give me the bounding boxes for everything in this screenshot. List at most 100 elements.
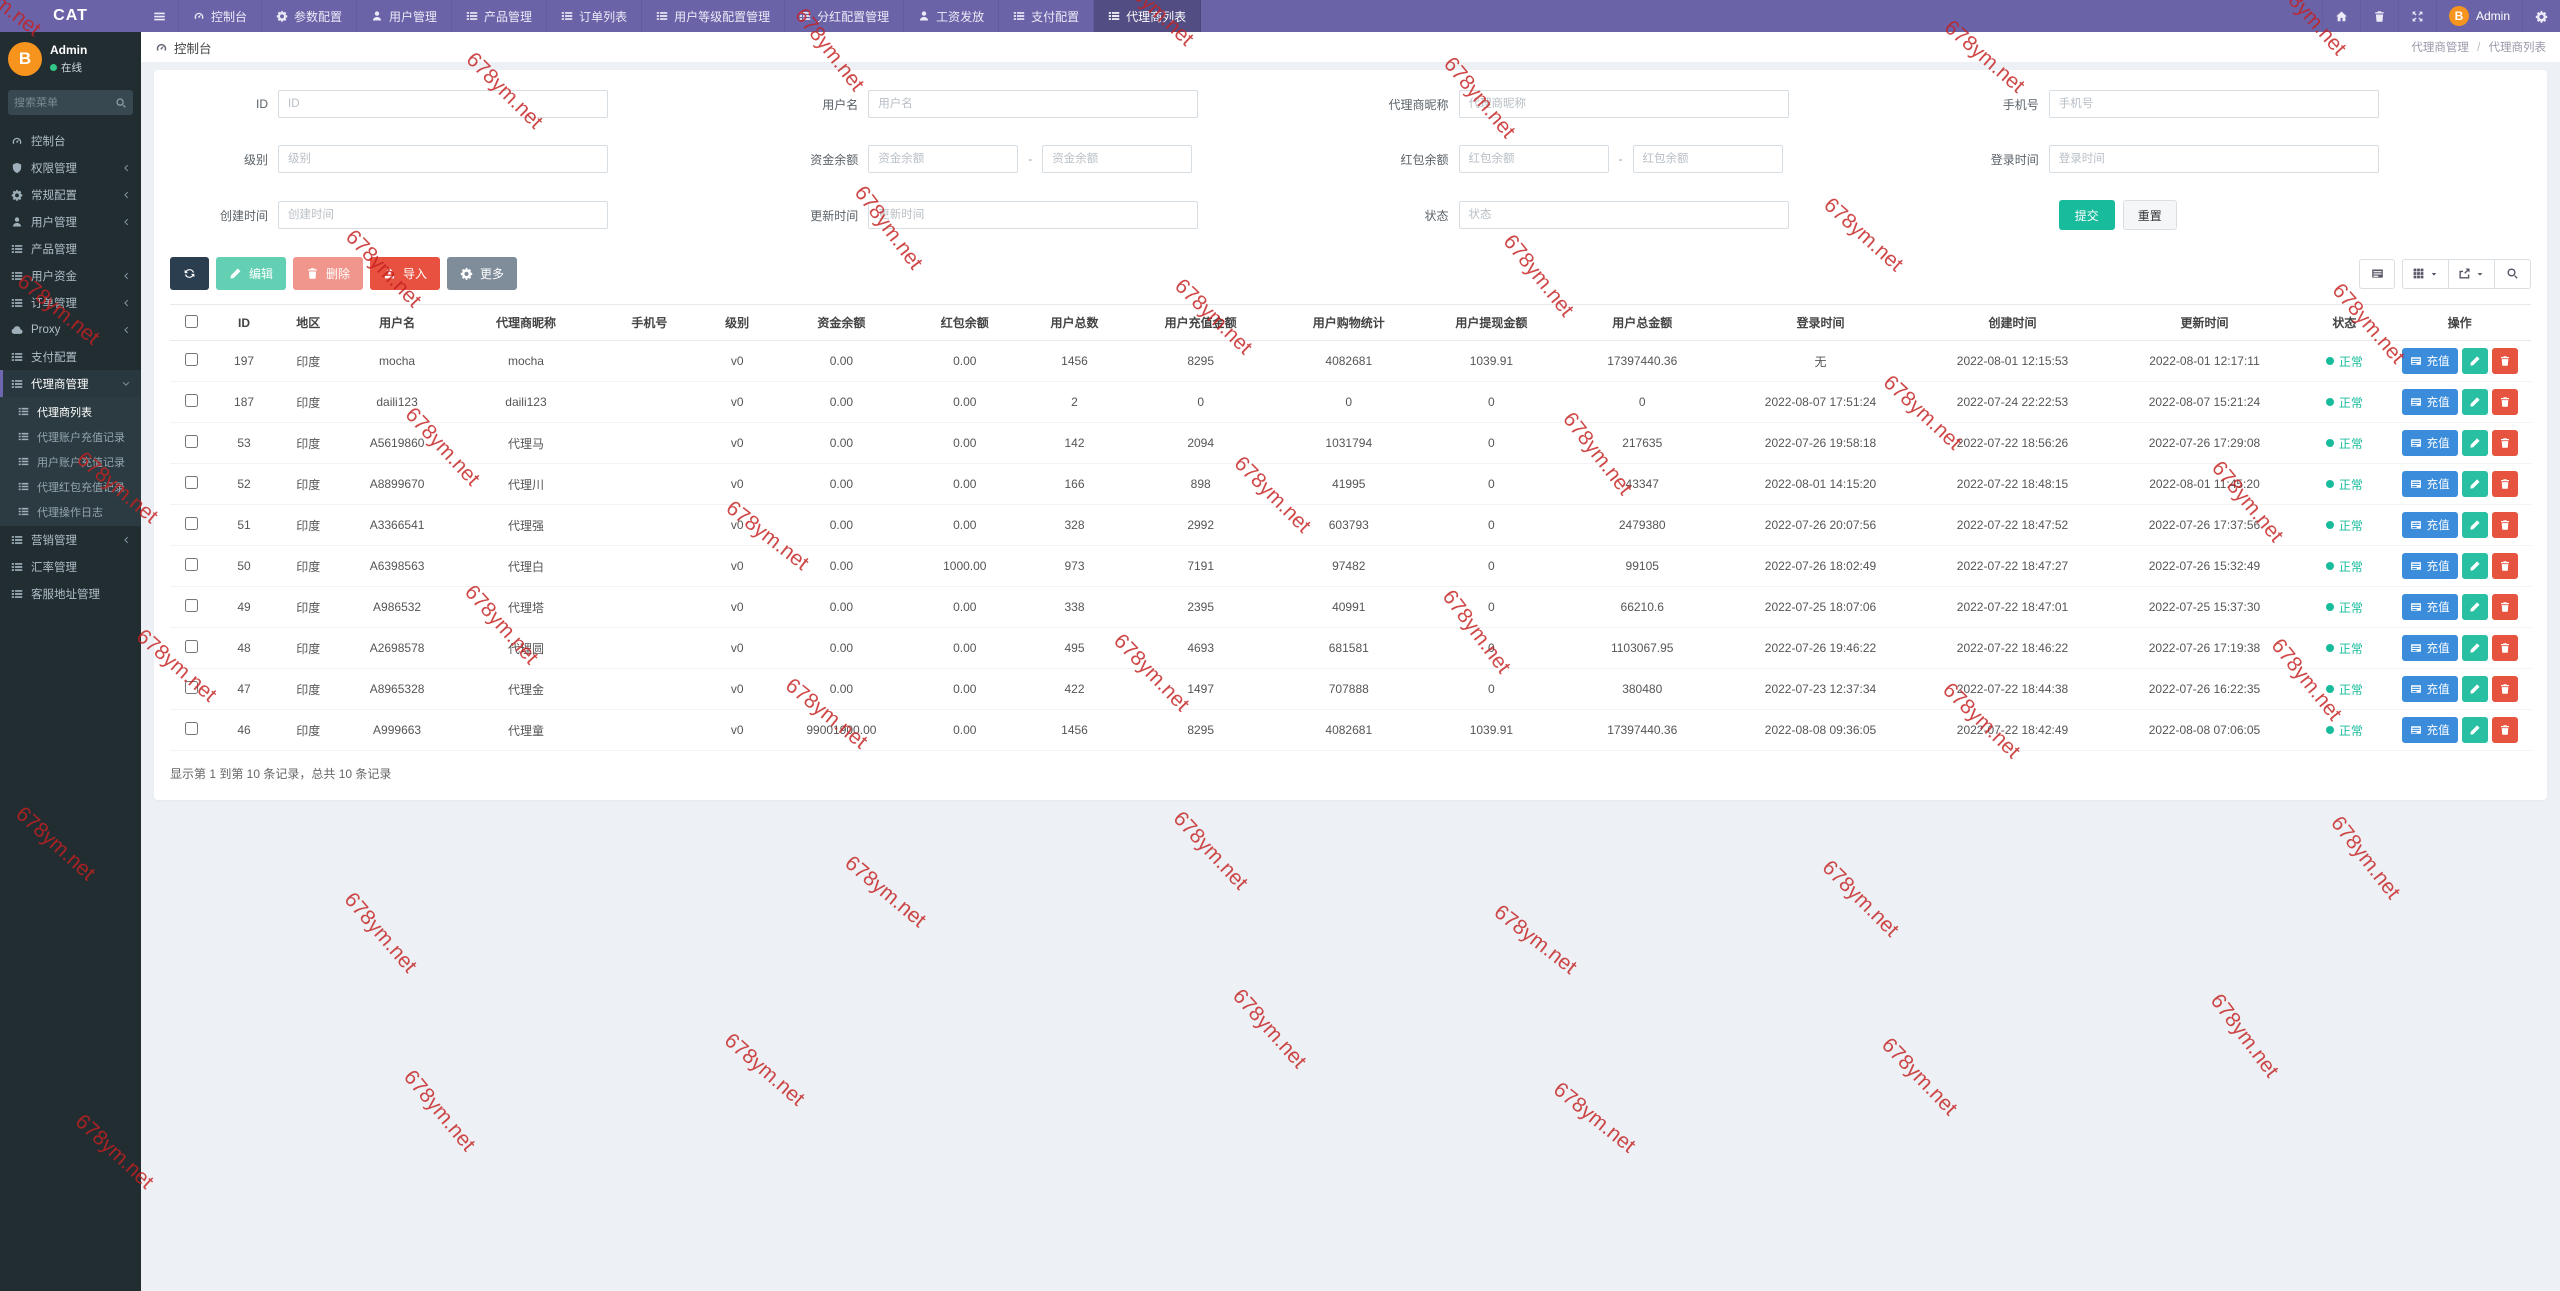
row-checkbox[interactable] [185, 599, 199, 612]
top-nav-item-2[interactable]: 参数配置 [262, 0, 358, 32]
delete-row-button[interactable] [2491, 594, 2518, 620]
sidebar-subitem-1[interactable]: 代理商列表 [0, 399, 141, 424]
recharge-button[interactable]: 充值 [2401, 676, 2458, 702]
top-nav-item-8[interactable]: 工资发放 [904, 0, 1000, 32]
sidebar-subitem-2[interactable]: 代理账户充值记录 [0, 424, 141, 449]
sidebar-item-7[interactable]: 订单管理 [0, 289, 141, 316]
filter-input[interactable] [2048, 90, 2379, 118]
filter-input-from[interactable] [1458, 145, 1609, 173]
edit-row-button[interactable] [2461, 512, 2488, 538]
row-checkbox[interactable] [185, 722, 199, 735]
edit-row-button[interactable] [2461, 717, 2488, 743]
filter-input[interactable] [278, 90, 608, 118]
top-nav-item-6[interactable]: 用户等级配置管理 [642, 0, 786, 32]
delete-row-button[interactable] [2491, 676, 2518, 702]
sidebar-subitem-3[interactable]: 用户账户充值记录 [0, 449, 141, 474]
table-search-button[interactable] [2495, 258, 2531, 289]
row-checkbox[interactable] [185, 681, 199, 694]
top-nav-item-3[interactable]: 用户管理 [357, 0, 453, 32]
recharge-button[interactable]: 充值 [2401, 430, 2458, 456]
filter-input-to[interactable] [1632, 145, 1783, 173]
recharge-button[interactable]: 充值 [2401, 553, 2458, 579]
sidebar-toggle-button[interactable] [141, 0, 179, 32]
row-checkbox[interactable] [185, 476, 199, 489]
sidebar-item-8[interactable]: Proxy [0, 316, 141, 343]
top-nav-item-9[interactable]: 支付配置 [999, 0, 1095, 32]
row-checkbox[interactable] [185, 435, 199, 448]
top-nav-item-4[interactable]: 产品管理 [452, 0, 548, 32]
fullscreen-button[interactable] [2397, 0, 2436, 32]
filter-input[interactable] [2048, 145, 2379, 173]
submit-button[interactable]: 提交 [2058, 200, 2115, 230]
sidebar-subitem-4[interactable]: 代理红包充值记录 [0, 474, 141, 499]
row-checkbox[interactable] [185, 640, 199, 653]
recharge-button[interactable]: 充值 [2401, 717, 2458, 743]
edit-row-button[interactable] [2461, 553, 2488, 579]
sidebar-item-10[interactable]: 代理商管理 [0, 370, 141, 397]
filter-input[interactable] [868, 90, 1199, 118]
delete-row-button[interactable] [2491, 389, 2518, 415]
filter-input[interactable] [1458, 90, 1789, 118]
card-view-button[interactable] [2359, 258, 2395, 289]
delete-button[interactable]: 删除 [293, 257, 364, 290]
home-button[interactable] [2321, 0, 2360, 32]
delete-row-button[interactable] [2491, 348, 2518, 374]
sidebar-item-11[interactable]: 营销管理 [0, 526, 141, 553]
recharge-button[interactable]: 充值 [2401, 471, 2458, 497]
sidebar-item-6[interactable]: 用户资金 [0, 262, 141, 289]
edit-row-button[interactable] [2461, 594, 2488, 620]
edit-row-button[interactable] [2461, 430, 2488, 456]
row-checkbox[interactable] [185, 558, 199, 571]
sidebar-subitem-5[interactable]: 代理操作日志 [0, 499, 141, 524]
delete-row-button[interactable] [2491, 717, 2518, 743]
filter-input-from[interactable] [868, 145, 1019, 173]
sidebar-item-3[interactable]: 常规配置 [0, 181, 141, 208]
recharge-button[interactable]: 充值 [2401, 635, 2458, 661]
app-logo[interactable]: CAT [0, 0, 141, 32]
sidebar-item-5[interactable]: 产品管理 [0, 235, 141, 262]
clear-cache-button[interactable] [2359, 0, 2398, 32]
sidebar-item-1[interactable]: 控制台 [0, 127, 141, 154]
edit-row-button[interactable] [2461, 348, 2488, 374]
sidebar-item-9[interactable]: 支付配置 [0, 343, 141, 370]
filter-input[interactable] [868, 201, 1199, 229]
filter-input[interactable] [278, 145, 608, 173]
recharge-button[interactable]: 充值 [2401, 348, 2458, 374]
user-menu[interactable]: B Admin [2435, 0, 2522, 32]
delete-row-button[interactable] [2491, 512, 2518, 538]
delete-row-button[interactable] [2491, 553, 2518, 579]
more-button[interactable]: 更多 [447, 257, 518, 290]
reset-button[interactable]: 重置 [2122, 200, 2177, 230]
recharge-button[interactable]: 充值 [2401, 389, 2458, 415]
delete-row-button[interactable] [2491, 471, 2518, 497]
recharge-button[interactable]: 充值 [2401, 594, 2458, 620]
top-nav-item-5[interactable]: 订单列表 [547, 0, 643, 32]
select-all-checkbox[interactable] [185, 314, 199, 328]
edit-row-button[interactable] [2461, 389, 2488, 415]
sidebar-item-4[interactable]: 用户管理 [0, 208, 141, 235]
settings-button[interactable] [2522, 0, 2560, 32]
sidebar-item-13[interactable]: 客服地址管理 [0, 580, 141, 607]
filter-input-to[interactable] [1042, 145, 1193, 173]
filter-input[interactable] [278, 201, 608, 229]
delete-row-button[interactable] [2491, 430, 2518, 456]
row-checkbox[interactable] [185, 517, 199, 530]
edit-row-button[interactable] [2461, 676, 2488, 702]
sidebar-item-12[interactable]: 汇率管理 [0, 553, 141, 580]
sidebar-item-2[interactable]: 权限管理 [0, 154, 141, 181]
edit-row-button[interactable] [2461, 471, 2488, 497]
menu-search-input[interactable] [14, 96, 115, 109]
edit-button[interactable]: 编辑 [216, 257, 287, 290]
row-checkbox[interactable] [185, 353, 199, 366]
edit-row-button[interactable] [2461, 635, 2488, 661]
top-nav-item-7[interactable]: 分红配置管理 [785, 0, 905, 32]
top-nav-item-1[interactable]: 控制台 [179, 0, 263, 32]
columns-button[interactable] [2402, 258, 2449, 289]
delete-row-button[interactable] [2491, 635, 2518, 661]
export-button[interactable] [2449, 258, 2495, 289]
recharge-button[interactable]: 充值 [2401, 512, 2458, 538]
top-nav-item-10[interactable]: 代理商列表 [1094, 0, 1202, 32]
import-button[interactable]: 导入 [370, 257, 441, 290]
row-checkbox[interactable] [185, 394, 199, 407]
refresh-button[interactable] [170, 257, 209, 290]
